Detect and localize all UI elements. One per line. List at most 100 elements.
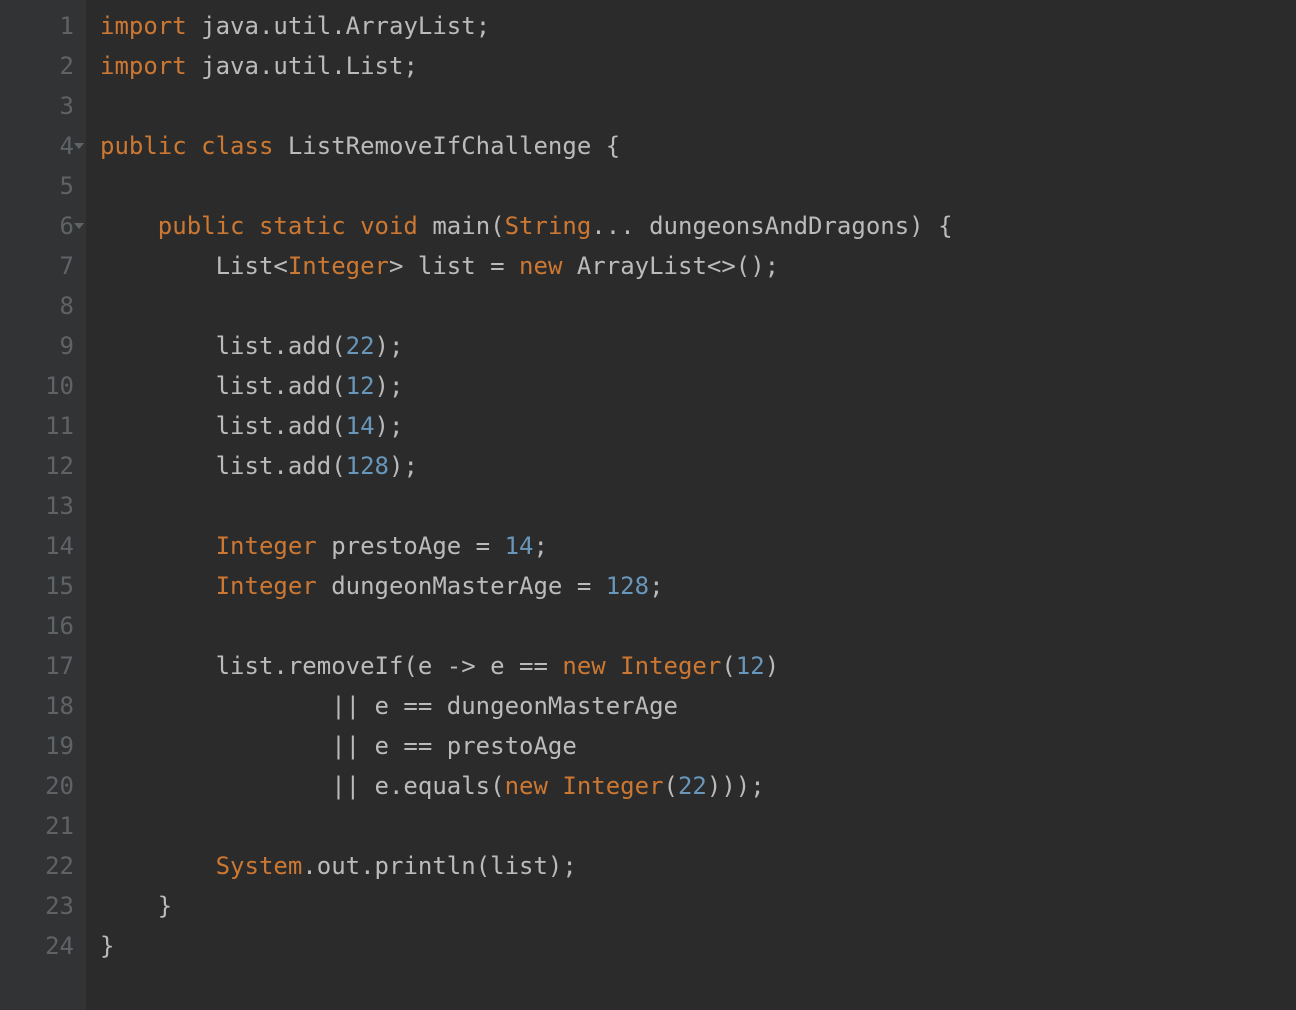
line-number: 12 <box>16 446 74 486</box>
line-number: 19 <box>16 726 74 766</box>
code-token: new <box>562 652 620 680</box>
code-token: 14 <box>505 532 534 560</box>
code-token: ArrayList<>(); <box>577 252 779 280</box>
code-token: 12 <box>736 652 765 680</box>
code-token: ))); <box>707 772 765 800</box>
line-number: 1 <box>16 6 74 46</box>
line-number: 9 <box>16 326 74 366</box>
line-number: 13 <box>16 486 74 526</box>
code-token: dungeonMasterAge = <box>331 572 606 600</box>
code-token: || e == dungeonMasterAge <box>100 692 678 720</box>
line-number: 23 <box>16 886 74 926</box>
line-number: 8 <box>16 286 74 326</box>
code-token: || e == prestoAge <box>100 732 577 760</box>
code-line[interactable] <box>100 86 1296 126</box>
code-token: ( <box>664 772 678 800</box>
code-token: list.add( <box>100 452 346 480</box>
code-token: .out.println(list); <box>302 852 577 880</box>
code-token: { <box>606 132 620 160</box>
code-token: System <box>216 852 303 880</box>
code-token: List< <box>100 252 288 280</box>
code-line[interactable]: || e.equals(new Integer(22))); <box>100 766 1296 806</box>
code-line[interactable]: list.add(12); <box>100 366 1296 406</box>
line-number: 14 <box>16 526 74 566</box>
line-number: 2 <box>16 46 74 86</box>
code-token: public static void <box>158 212 433 240</box>
line-number: 21 <box>16 806 74 846</box>
code-token: ( <box>721 652 735 680</box>
code-line[interactable]: || e == dungeonMasterAge <box>100 686 1296 726</box>
code-token <box>100 572 216 600</box>
code-line[interactable]: || e == prestoAge <box>100 726 1296 766</box>
code-token <box>100 212 158 240</box>
code-token: > list = <box>389 252 519 280</box>
code-token: new <box>505 772 563 800</box>
code-token: ); <box>389 452 418 480</box>
code-token: Integer <box>216 572 332 600</box>
code-line[interactable]: } <box>100 886 1296 926</box>
line-number: 3 <box>16 86 74 126</box>
code-token: main( <box>432 212 504 240</box>
code-token: java.util.ArrayList; <box>201 12 490 40</box>
code-token: public class <box>100 132 288 160</box>
fold-marker-icon[interactable] <box>74 143 84 149</box>
code-token: Integer <box>620 652 721 680</box>
code-token: Integer <box>562 772 663 800</box>
line-number: 6 <box>16 206 74 246</box>
code-token: list.add( <box>100 412 346 440</box>
code-token: ListRemoveIfChallenge <box>288 132 606 160</box>
code-line[interactable]: public class ListRemoveIfChallenge { <box>100 126 1296 166</box>
code-line[interactable] <box>100 286 1296 326</box>
line-number: 24 <box>16 926 74 966</box>
line-number: 11 <box>16 406 74 446</box>
code-line[interactable]: List<Integer> list = new ArrayList<>(); <box>100 246 1296 286</box>
code-line[interactable]: list.removeIf(e -> e == new Integer(12) <box>100 646 1296 686</box>
code-token: } <box>100 892 172 920</box>
code-token: ); <box>375 372 404 400</box>
code-line[interactable]: } <box>100 926 1296 966</box>
code-token: String <box>505 212 592 240</box>
code-token: java.util.List; <box>201 52 418 80</box>
code-token: 22 <box>346 332 375 360</box>
code-line[interactable] <box>100 806 1296 846</box>
code-token: ; <box>649 572 663 600</box>
line-number: 15 <box>16 566 74 606</box>
line-number: 16 <box>16 606 74 646</box>
line-number: 4 <box>16 126 74 166</box>
code-token: } <box>100 932 114 960</box>
code-line[interactable]: System.out.println(list); <box>100 846 1296 886</box>
code-line[interactable]: import java.util.List; <box>100 46 1296 86</box>
code-token <box>100 532 216 560</box>
code-token: ; <box>533 532 547 560</box>
code-line[interactable]: list.add(128); <box>100 446 1296 486</box>
code-line[interactable] <box>100 486 1296 526</box>
line-number: 10 <box>16 366 74 406</box>
code-token: new <box>519 252 577 280</box>
code-line[interactable]: import java.util.ArrayList; <box>100 6 1296 46</box>
code-line[interactable]: public static void main(String... dungeo… <box>100 206 1296 246</box>
line-number: 7 <box>16 246 74 286</box>
code-token: 12 <box>346 372 375 400</box>
code-line[interactable] <box>100 606 1296 646</box>
code-token <box>100 852 216 880</box>
code-line[interactable]: Integer prestoAge = 14; <box>100 526 1296 566</box>
code-token: 128 <box>346 452 389 480</box>
line-number: 22 <box>16 846 74 886</box>
code-line[interactable]: list.add(22); <box>100 326 1296 366</box>
fold-marker-icon[interactable] <box>74 223 84 229</box>
code-token: Integer <box>288 252 389 280</box>
code-token: 22 <box>678 772 707 800</box>
code-token: prestoAge = <box>331 532 504 560</box>
code-line[interactable]: list.add(14); <box>100 406 1296 446</box>
code-token: ) <box>765 652 779 680</box>
code-line[interactable]: Integer dungeonMasterAge = 128; <box>100 566 1296 606</box>
code-token: import <box>100 12 201 40</box>
code-token: list.removeIf(e -> e == <box>100 652 562 680</box>
line-number: 20 <box>16 766 74 806</box>
line-number: 17 <box>16 646 74 686</box>
code-token: || e.equals( <box>100 772 505 800</box>
line-number-gutter: 123456789101112131415161718192021222324 <box>0 0 86 1010</box>
code-area[interactable]: import java.util.ArrayList;import java.u… <box>86 0 1296 1010</box>
code-line[interactable] <box>100 166 1296 206</box>
code-token: list.add( <box>100 332 346 360</box>
